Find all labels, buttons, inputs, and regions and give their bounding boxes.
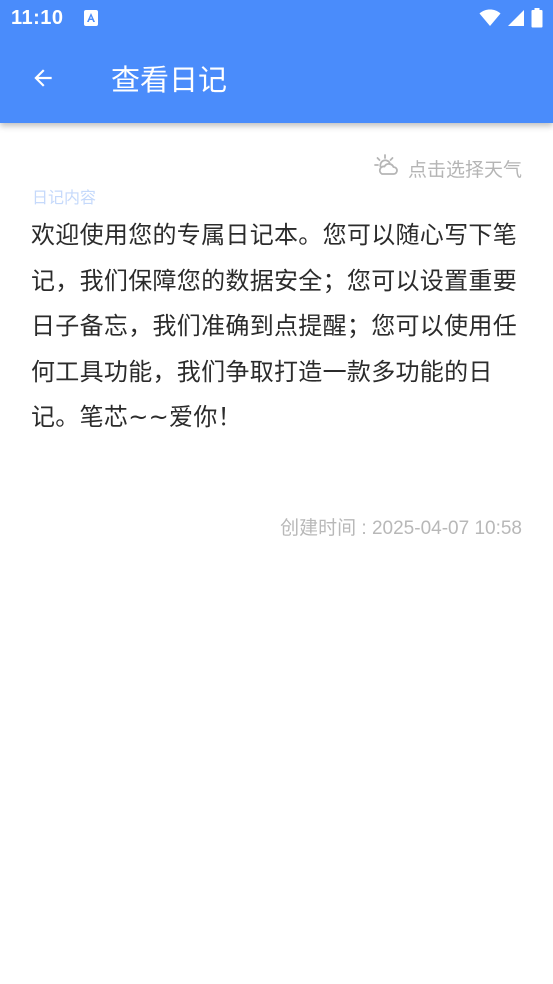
page-title: 查看日记 <box>111 63 228 97</box>
status-icons <box>479 8 543 32</box>
status-bar: 11:10 <box>0 0 553 38</box>
screen: 11:10 查看日记 点击选择天气 日记内容 欢迎使用您的专属日记本。您可以随心… <box>0 0 553 984</box>
battery-icon <box>531 8 543 32</box>
weather-label: 点击选择天气 <box>407 159 522 181</box>
accessibility-notification-icon <box>84 10 98 26</box>
weather-selector[interactable]: 点击选择天气 <box>374 153 522 184</box>
header: 11:10 查看日记 <box>0 0 553 123</box>
signal-icon <box>507 9 525 31</box>
wifi-icon <box>479 9 501 31</box>
diary-content: 欢迎使用您的专属日记本。您可以随心写下笔记，我们保障您的数据安全；您可以设置重要… <box>31 221 517 431</box>
weather-sun-cloud-icon <box>374 153 400 184</box>
created-time: 创建时间 : 2025-04-07 10:58 <box>280 518 522 539</box>
content-label: 日记内容 <box>32 188 97 207</box>
arrow-left-icon <box>30 65 56 95</box>
status-time: 11:10 <box>11 7 64 29</box>
app-bar: 查看日记 <box>0 38 553 123</box>
back-button[interactable] <box>22 59 64 101</box>
